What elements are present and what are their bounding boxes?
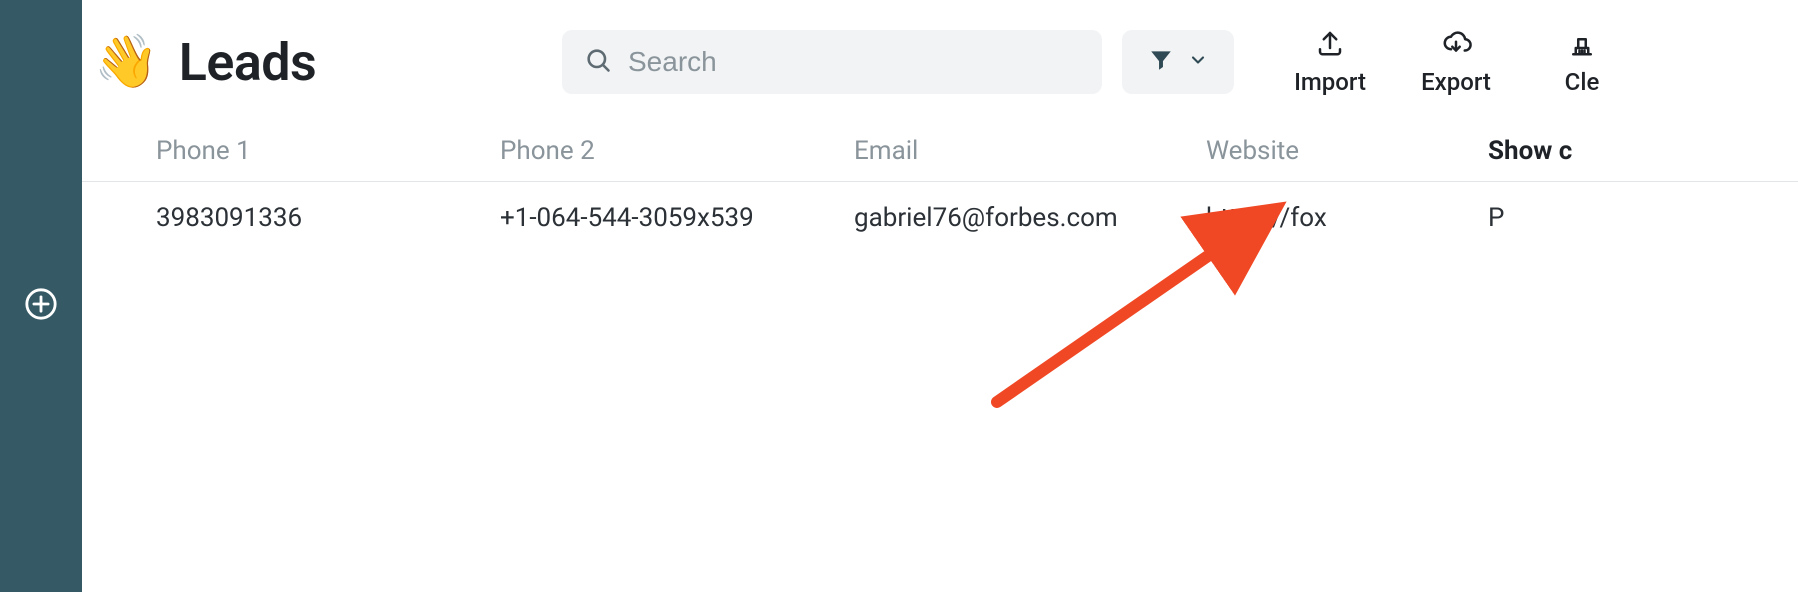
filter-button[interactable] — [1122, 30, 1234, 94]
col-header-website[interactable]: Website — [1206, 136, 1488, 166]
search-icon — [584, 46, 612, 78]
topbar: 👋 Leads — [82, 0, 1798, 120]
leads-table: Phone 1 Phone 2 Email Website Show c 398… — [82, 120, 1798, 254]
add-button[interactable] — [23, 288, 59, 324]
cell-extra: P — [1488, 203, 1504, 233]
wave-emoji: 👋 — [94, 36, 159, 88]
sidebar — [0, 0, 82, 592]
cell-website: https://fox — [1206, 203, 1488, 233]
search-box[interactable] — [562, 30, 1102, 94]
col-header-email[interactable]: Email — [854, 136, 1206, 166]
broom-icon — [1566, 28, 1598, 62]
page-title: Leads — [179, 32, 317, 93]
upload-icon — [1314, 28, 1346, 62]
plus-circle-icon — [24, 287, 58, 325]
cleanse-button[interactable]: Cle — [1542, 28, 1622, 96]
cell-phone2: +1-064-544-3059x539 — [500, 203, 854, 233]
export-button[interactable]: Export — [1416, 28, 1496, 96]
search-input[interactable] — [628, 46, 1080, 78]
chevron-down-icon — [1188, 50, 1208, 74]
cleanse-label: Cle — [1565, 68, 1600, 96]
app-root: 👋 Leads — [0, 0, 1798, 592]
import-button[interactable]: Import — [1290, 28, 1370, 96]
cell-phone1: 3983091336 — [156, 203, 500, 233]
table-header: Phone 1 Phone 2 Email Website Show c — [82, 120, 1798, 182]
cloud-download-icon — [1438, 28, 1474, 62]
table-row[interactable]: 3983091336 +1-064-544-3059x539 gabriel76… — [82, 182, 1798, 254]
cell-email: gabriel76@forbes.com — [854, 203, 1206, 233]
export-label: Export — [1421, 68, 1491, 96]
col-header-phone1[interactable]: Phone 1 — [156, 136, 500, 166]
main-content: 👋 Leads — [82, 0, 1798, 592]
col-header-phone2[interactable]: Phone 2 — [500, 136, 854, 166]
show-columns-button[interactable]: Show c — [1488, 136, 1572, 166]
filter-icon — [1148, 47, 1174, 77]
import-label: Import — [1294, 68, 1366, 96]
title-wrap: 👋 Leads — [94, 32, 542, 93]
toolbar-actions: Import Export — [1290, 28, 1622, 96]
